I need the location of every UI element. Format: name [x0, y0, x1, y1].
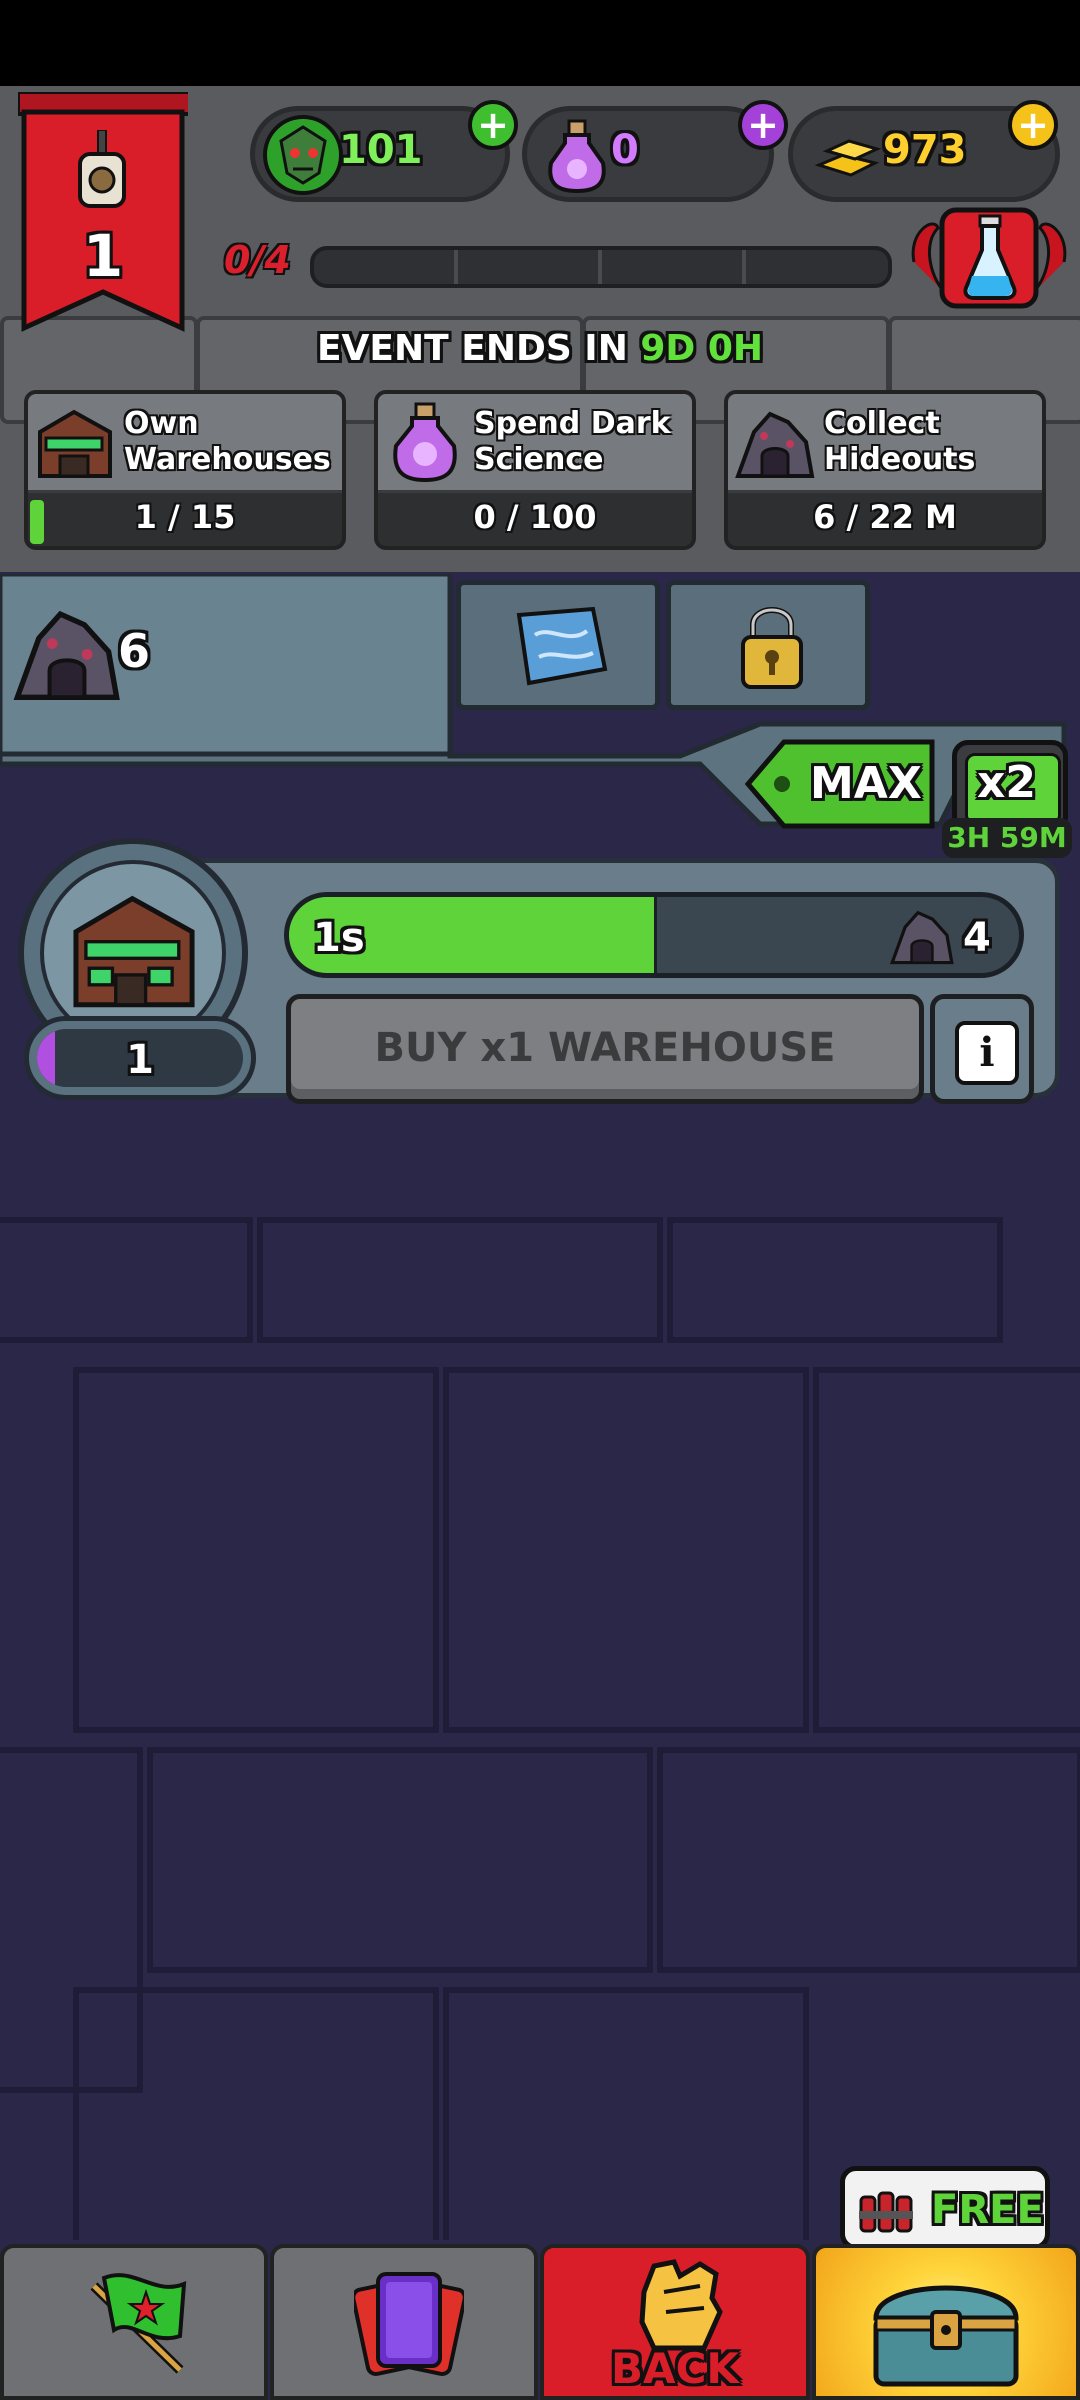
event-timer: EVENT ENDS IN 9D 0H [316, 328, 764, 369]
task-count: 0 / 100 [473, 498, 597, 536]
info-icon: i [955, 1021, 1019, 1085]
nav-shop[interactable] [812, 2244, 1080, 2400]
free-offer-badge[interactable]: FREE [840, 2166, 1050, 2250]
status-bar [0, 0, 1080, 86]
dark-science-counter[interactable]: 0 [522, 106, 774, 202]
level-number: 1 [82, 222, 124, 290]
warehouse-icon [73, 895, 195, 1008]
potion-bottle-icon [393, 402, 457, 483]
dynamite-icon [859, 2191, 913, 2233]
add-zombie-heads-button[interactable]: + [468, 100, 518, 150]
task-spend-dark-science[interactable]: Spend Dark Science 0 / 100 [374, 390, 696, 550]
task-label: Spend Dark Science [474, 406, 671, 477]
task-count: 6 / 22 M [813, 498, 957, 536]
hideouts-count: 6 [118, 624, 151, 678]
cards-icon [354, 2272, 464, 2377]
tab-map[interactable] [456, 580, 660, 710]
nav-back[interactable]: BACK [540, 2244, 810, 2400]
level-banner[interactable]: 1 [18, 92, 188, 332]
flask-icon [963, 214, 1017, 300]
tab-locked[interactable] [666, 580, 870, 710]
lab-button[interactable] [904, 202, 1074, 318]
zombie-heads-value: 101 [339, 127, 423, 173]
dark-science-value: 0 [611, 127, 639, 173]
nav-cards[interactable] [270, 2244, 538, 2400]
info-button[interactable]: i [930, 994, 1034, 1104]
back-label: BACK [611, 2344, 739, 2393]
add-dark-science-button[interactable]: + [738, 100, 788, 150]
production-yield: 4 [963, 915, 991, 961]
task-label: Own Warehouses [124, 406, 331, 477]
boost-timer: 3H 59M [942, 818, 1072, 858]
task-label: Collect Hideouts [824, 406, 976, 477]
hideout-icon [13, 610, 120, 700]
owned-count: 1 [24, 1016, 256, 1100]
max-button[interactable]: MAX [744, 738, 940, 830]
zombie-head-icon [263, 115, 343, 195]
task-collect-hideouts[interactable]: Collect Hideouts 6 / 22 M [724, 390, 1046, 550]
level-progress-bar [310, 246, 892, 288]
level-progress: 0/4 [218, 238, 892, 288]
level-progress-text: 0/4 [224, 238, 291, 282]
potion-bottle-icon [548, 119, 606, 194]
add-gold-button[interactable]: + [1008, 100, 1058, 150]
warehouse-icon [38, 409, 112, 478]
treasure-chest-icon [873, 2285, 1019, 2387]
tab-hideouts[interactable]: 6 [0, 580, 452, 750]
brick-wall [0, 1217, 1080, 2240]
task-own-warehouses[interactable]: Own Warehouses 1 / 15 [24, 390, 346, 550]
map-scroll-icon [516, 606, 608, 686]
gold-bars-icon [814, 139, 882, 177]
nav-events[interactable] [0, 2244, 268, 2400]
task-count: 1 / 15 [134, 498, 236, 536]
medal-icon [78, 130, 126, 208]
production-timer-text: 1s [313, 915, 365, 961]
production-timer-bar: 1s 4 [284, 892, 1024, 978]
hideout-icon [889, 910, 954, 965]
flag-icon [90, 2273, 187, 2374]
gold-value: 973 [883, 127, 967, 173]
hideout-icon [735, 411, 815, 478]
padlock-icon [741, 607, 803, 689]
fist-icon [639, 2259, 723, 2351]
buy-warehouse-button[interactable]: BUY x1 WAREHOUSE [286, 994, 924, 1104]
